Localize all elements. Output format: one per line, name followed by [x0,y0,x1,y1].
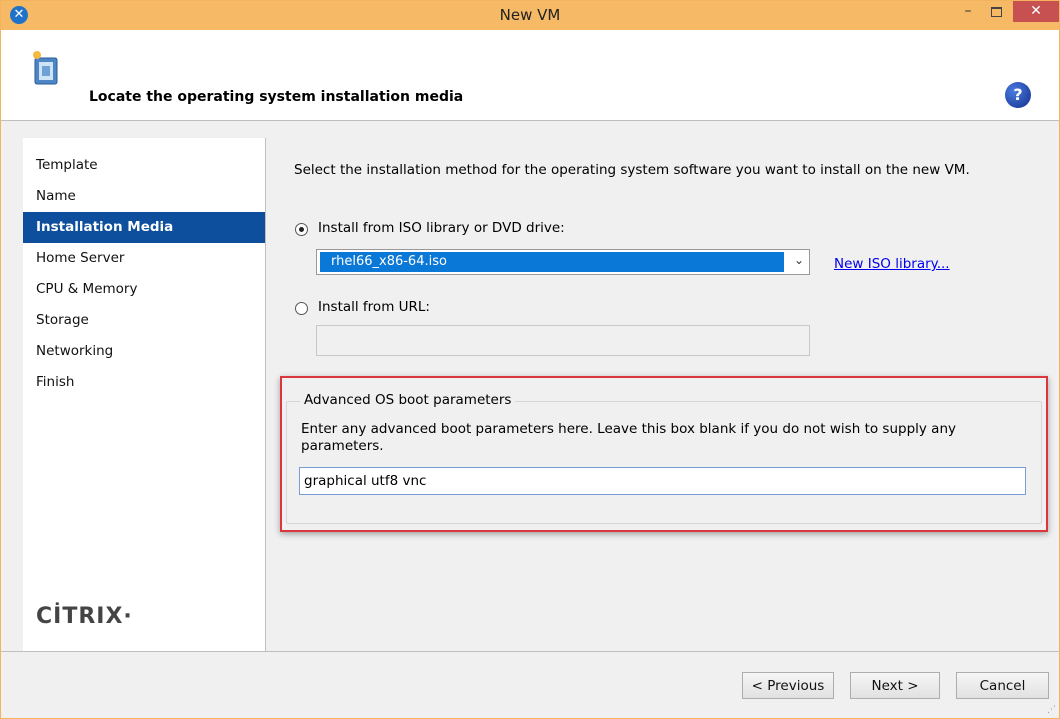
sidebar-item-home-server[interactable]: Home Server [23,243,265,274]
maximize-icon [990,7,1002,17]
sidebar-item-finish[interactable]: Finish [23,367,265,398]
url-radio-label[interactable]: Install from URL: [318,299,430,315]
boot-parameters-input[interactable] [299,467,1026,495]
close-button[interactable]: ✕ [1013,1,1059,22]
wizard-icon [33,51,58,85]
wizard-header: Locate the operating system installation… [1,30,1059,121]
resize-grip-icon[interactable]: ⋰ [1047,705,1056,715]
sidebar-item-networking[interactable]: Networking [23,336,265,367]
next-button[interactable]: Next > [850,672,940,699]
footer-divider [1,651,1059,652]
advanced-boot-group [286,401,1042,524]
url-radio[interactable] [295,302,308,315]
advanced-boot-title: Advanced OS boot parameters [300,392,516,408]
intro-text: Select the installation method for the o… [294,162,970,178]
page-title: Locate the operating system installation… [89,89,464,105]
previous-button[interactable]: < Previous [742,672,834,699]
iso-radio-label[interactable]: Install from ISO library or DVD drive: [318,220,565,236]
installation-media-panel: Select the installation method for the o… [266,138,1059,651]
maximize-button[interactable] [982,1,1010,22]
citrix-logo: CİTRIX· [36,604,133,629]
iso-select[interactable]: rhel66_x86-64.iso ⌄ [316,249,810,275]
wizard-sidebar: Template Name Installation Media Home Se… [23,138,266,651]
window-title: New VM [499,6,561,24]
new-vm-window: ✕ New VM – ✕ Locate the operating system… [0,0,1060,719]
sidebar-item-cpu-memory[interactable]: CPU & Memory [23,274,265,305]
iso-selected-value: rhel66_x86-64.iso [320,252,784,272]
advanced-boot-description: Enter any advanced boot parameters here.… [301,421,956,454]
title-bar[interactable]: ✕ New VM – ✕ [1,1,1059,30]
new-iso-library-link[interactable]: New ISO library... [834,256,950,272]
cancel-button[interactable]: Cancel [956,672,1049,699]
url-input [316,325,810,356]
sidebar-item-installation-media[interactable]: Installation Media [23,212,265,243]
sidebar-item-name[interactable]: Name [23,181,265,212]
wizard-steps: Template Name Installation Media Home Se… [23,150,265,398]
minimize-button[interactable]: – [954,1,982,22]
iso-radio[interactable] [295,223,308,236]
help-icon[interactable]: ? [1005,82,1031,108]
sidebar-item-storage[interactable]: Storage [23,305,265,336]
sidebar-item-template[interactable]: Template [23,150,265,181]
chevron-down-icon[interactable]: ⌄ [794,253,804,267]
